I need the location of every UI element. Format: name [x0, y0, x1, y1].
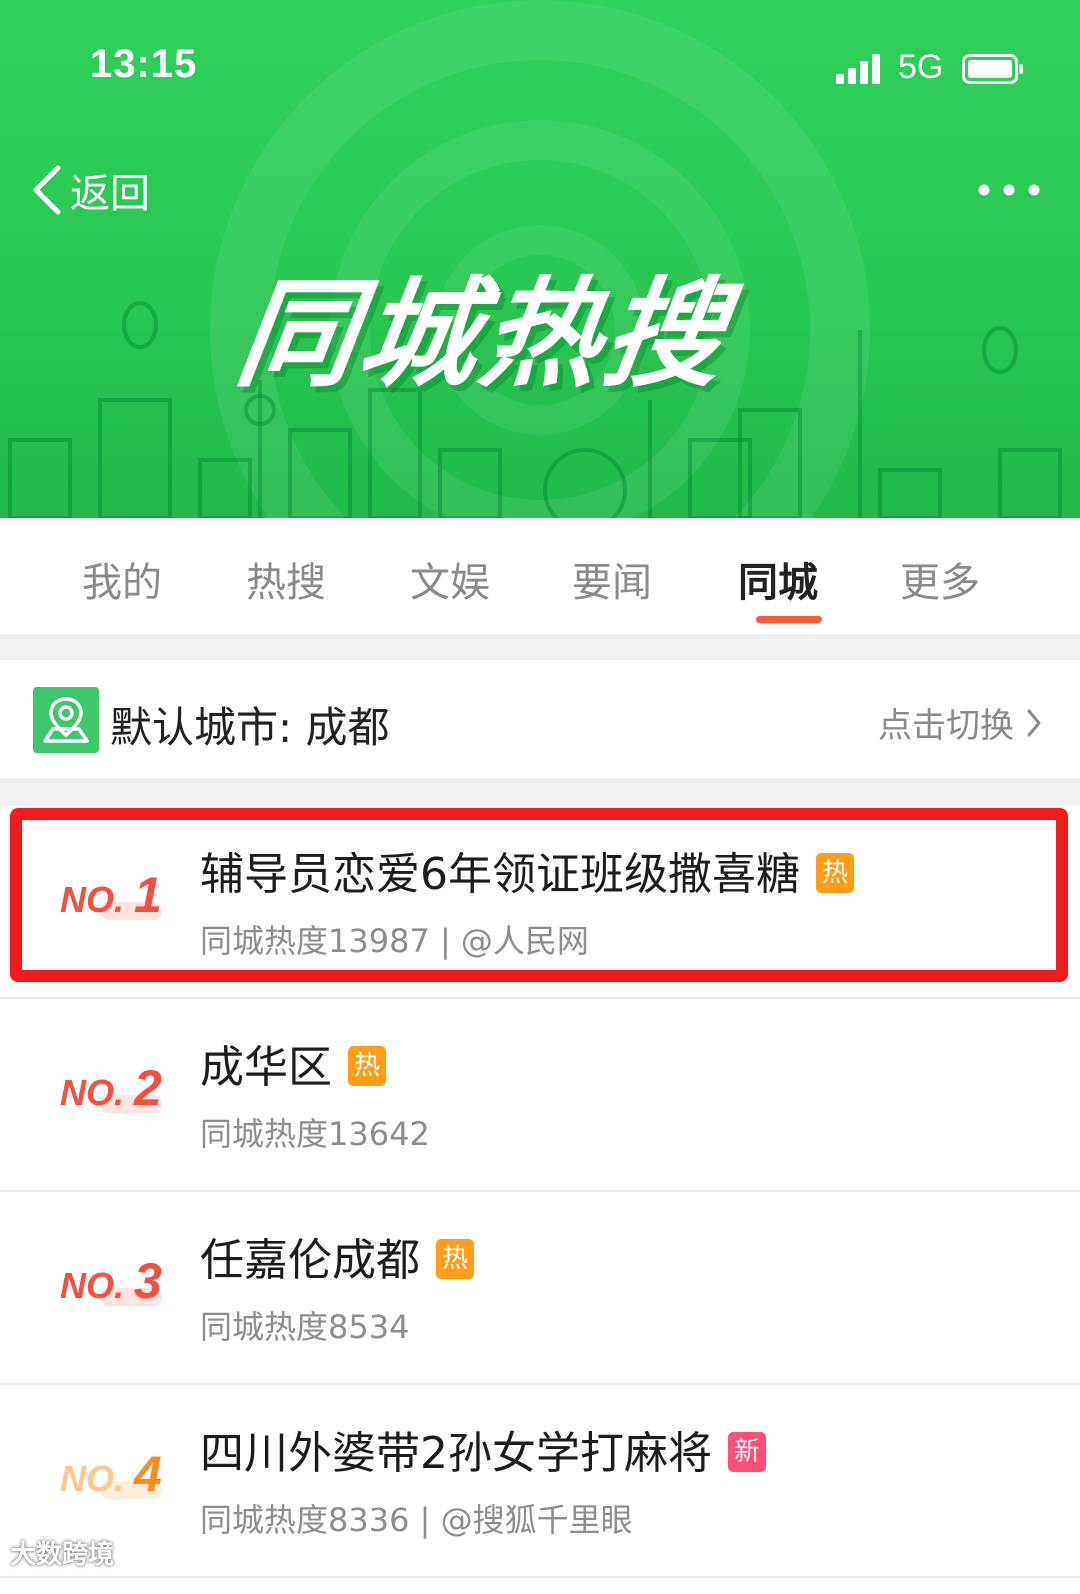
battery-icon [962, 54, 1023, 84]
tab-news[interactable]: 要闻 [572, 550, 652, 608]
network-type: 5G [898, 48, 944, 86]
rank-number: NO. 3 [60, 1253, 162, 1309]
back-label: 返回 [70, 171, 150, 217]
switch-city-button[interactable]: 点击切换 [878, 698, 1042, 747]
header-banner: 13:15 5G 返回 同城热搜 [0, 0, 1080, 518]
switch-city-label: 点击切换 [878, 706, 1014, 746]
hot-badge: 热 [436, 1239, 474, 1279]
chevron-right-icon [1027, 709, 1041, 736]
item-title: 成华区热 [200, 1031, 386, 1095]
cellular-signal-icon [836, 54, 880, 84]
rank-number: NO. 2 [60, 1060, 162, 1116]
status-bar: 13:15 5G [0, 0, 1080, 130]
list-item[interactable]: NO. 1 辅导员恋爱6年领证班级撒喜糖热 同城热度13987 | @人民网 [0, 806, 1080, 999]
location-pin-icon [33, 687, 99, 753]
item-title: 四川外婆带2孙女学打麻将新 [200, 1417, 766, 1481]
page: 13:15 5G 返回 同城热搜 我的 热搜 文娱 要闻 同城 更多 默认城市:… [0, 0, 1080, 1594]
item-meta: 同城热度8534 [200, 1308, 410, 1346]
default-city-label: 默认城市: 成都 [110, 703, 390, 752]
tab-mine[interactable]: 我的 [82, 550, 162, 608]
item-meta: 同城热度13642 [200, 1115, 430, 1153]
list-item[interactable]: NO. 3 任嘉伦成都热 同城热度8534 [0, 1192, 1080, 1385]
item-meta: 同城热度13987 | @人民网 [200, 922, 589, 960]
item-title: 任嘉伦成都热 [200, 1224, 474, 1288]
active-tab-indicator [756, 616, 822, 623]
tab-hot-search[interactable]: 热搜 [246, 550, 326, 608]
rank-number: NO. 1 [60, 867, 162, 923]
hero-title: 同城热搜 [228, 265, 737, 403]
tab-local[interactable]: 同城 [738, 550, 818, 608]
more-options-icon[interactable] [976, 172, 1042, 208]
item-meta: 同城热度8336 | @搜狐千里眼 [200, 1501, 633, 1539]
category-tabs: 我的 热搜 文娱 要闻 同城 更多 [0, 518, 1080, 634]
tab-more[interactable]: 更多 [900, 550, 980, 608]
watermark: 大数跨境 [10, 1540, 115, 1570]
hot-badge: 热 [816, 853, 854, 893]
status-time: 13:15 [90, 42, 198, 86]
city-selector-row: 默认城市: 成都 点击切换 [0, 660, 1080, 778]
item-title: 辅导员恋爱6年领证班级撒喜糖热 [200, 838, 854, 902]
hot-search-list: NO. 1 辅导员恋爱6年领证班级撒喜糖热 同城热度13987 | @人民网 NO… [0, 806, 1080, 1594]
new-badge: 新 [728, 1432, 766, 1472]
rank-number: NO. 4 [60, 1446, 162, 1502]
list-item[interactable]: NO. 4 四川外婆带2孙女学打麻将新 同城热度8336 | @搜狐千里眼 [0, 1385, 1080, 1578]
hot-badge: 热 [348, 1046, 386, 1086]
list-item[interactable]: NO. 2 成华区热 同城热度13642 [0, 999, 1080, 1192]
tab-entertainment[interactable]: 文娱 [410, 550, 490, 608]
back-button[interactable]: 返回 [28, 160, 150, 220]
chevron-left-icon [33, 165, 61, 215]
